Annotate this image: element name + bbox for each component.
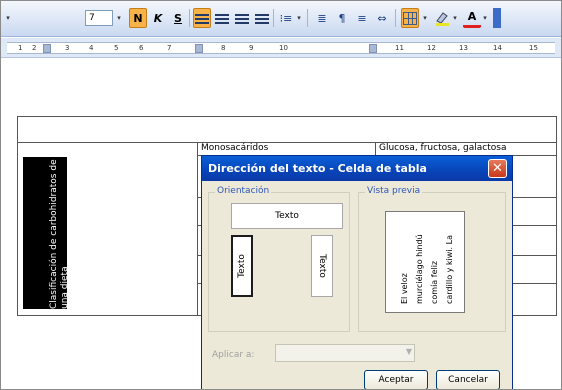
- ruler-number: 5: [114, 44, 119, 52]
- column-marker[interactable]: [195, 44, 203, 53]
- underline-button[interactable]: S: [169, 8, 187, 28]
- borders-dropdown[interactable]: ▾: [421, 8, 429, 28]
- table-borders-button[interactable]: [401, 8, 419, 28]
- word-window: ▾ 7 ▾ N K S ⁝≡ ▾ ≣ ¶ ≡ ⇔ ▾ ▾ A ▾ 1 2 3 4…: [0, 0, 562, 390]
- cancel-button[interactable]: Cancelar: [436, 370, 500, 389]
- ruler-number: 7: [167, 44, 172, 52]
- table-cell[interactable]: Glucosa, fructosa, galactosa: [379, 143, 506, 153]
- ruler-number: 6: [139, 44, 144, 52]
- dialog-title: Dirección del texto - Celda de tabla: [202, 156, 512, 181]
- ruler-number: 14: [493, 44, 502, 52]
- preview-label: Vista previa: [365, 186, 423, 196]
- option-label: Texto: [237, 254, 247, 278]
- rotated-cell-text: Clasificación de carbohidratos de una di…: [49, 159, 70, 309]
- ruler-number: 15: [529, 44, 538, 52]
- highlighter-icon: [436, 12, 449, 26]
- ruler-number: 1: [18, 44, 23, 52]
- justify-button[interactable]: [253, 8, 271, 28]
- line-spacing-button[interactable]: ⁝≡: [277, 8, 295, 28]
- chevron-down-icon: ▼: [405, 347, 412, 356]
- align-right-icon: [235, 12, 249, 24]
- ruler-number: 4: [89, 44, 94, 52]
- preview-text-line: El veloz: [400, 273, 409, 304]
- indent-marker[interactable]: [43, 44, 51, 53]
- horizontal-ruler[interactable]: 1 2 3 4 5 6 7 8 9 10 11 12 13 14 15: [1, 38, 561, 58]
- justify-icon: [255, 12, 269, 24]
- ruler-number: 13: [459, 44, 468, 52]
- formatting-toolbar: ▾ 7 ▾ N K S ⁝≡ ▾ ≣ ¶ ≡ ⇔ ▾ ▾ A ▾: [1, 1, 561, 37]
- toolbar-options-icon[interactable]: [493, 8, 501, 28]
- vertical-down-orientation-option[interactable]: Texto: [311, 235, 333, 297]
- ruler-number: 2: [32, 44, 37, 52]
- accept-button[interactable]: Aceptar: [364, 370, 428, 389]
- close-icon: ✕: [492, 161, 503, 176]
- preview-text-line: cardillo y kiwi. La: [445, 235, 454, 304]
- font-size-box[interactable]: 7: [85, 10, 113, 26]
- align-left-button[interactable]: [193, 8, 211, 28]
- ruler-number: 11: [395, 44, 404, 52]
- option-label: Texto: [317, 254, 327, 278]
- orientation-group: Orientación Texto Texto Texto: [208, 186, 350, 332]
- align-center-icon: [215, 12, 229, 24]
- horizontal-orientation-option[interactable]: Texto: [231, 203, 343, 229]
- table-border: [17, 116, 557, 117]
- toolbar-separator: [273, 9, 274, 27]
- align-right-button[interactable]: [233, 8, 251, 28]
- apply-to-select[interactable]: ▼: [275, 344, 415, 362]
- column-marker[interactable]: [369, 44, 377, 53]
- apply-to-label: Aplicar a:: [212, 350, 255, 360]
- increase-indent-button[interactable]: ⇔: [373, 8, 391, 28]
- line-spacing-dropdown[interactable]: ▾: [295, 8, 303, 28]
- toolbar-separator: [395, 9, 396, 27]
- table-grid-icon: [403, 11, 417, 25]
- option-label: Texto: [275, 211, 299, 221]
- ruler-number: 9: [249, 44, 254, 52]
- toolbar-separator: [189, 9, 190, 27]
- align-left-icon: [195, 12, 209, 24]
- font-name-dropdown[interactable]: ▾: [3, 8, 13, 28]
- table-border: [197, 142, 198, 315]
- italic-button[interactable]: K: [149, 8, 167, 28]
- orientation-label: Orientación: [215, 186, 272, 196]
- numbering-button[interactable]: ≣: [313, 8, 331, 28]
- bold-button[interactable]: N: [129, 8, 147, 28]
- ruler-number: 10: [279, 44, 288, 52]
- close-button[interactable]: ✕: [488, 159, 507, 178]
- preview-text-line: comía feliz: [430, 260, 439, 304]
- ruler-strip: 1 2 3 4 5 6 7 8 9 10 11 12 13 14 15: [7, 42, 555, 54]
- bullets-button[interactable]: ¶: [333, 8, 351, 28]
- table-cell[interactable]: Monosacáridos: [201, 143, 268, 153]
- ruler-number: 8: [221, 44, 226, 52]
- ruler-number: 3: [65, 44, 70, 52]
- text-direction-dialog: Dirección del texto - Celda de tabla ✕ O…: [201, 155, 513, 389]
- preview-text-line: murciélago hindú: [415, 234, 424, 304]
- toolbar-separator: [307, 9, 308, 27]
- font-color-dropdown[interactable]: ▾: [481, 8, 489, 28]
- table-border: [17, 116, 18, 315]
- preview-box: El veloz murciélago hindú comía feliz ca…: [385, 211, 465, 313]
- decrease-indent-button[interactable]: ≡: [353, 8, 371, 28]
- font-size-dropdown[interactable]: ▾: [115, 8, 123, 28]
- font-color-button[interactable]: A: [463, 8, 481, 28]
- align-center-button[interactable]: [213, 8, 231, 28]
- highlight-button[interactable]: [433, 8, 451, 28]
- table-border: [556, 116, 557, 315]
- highlight-dropdown[interactable]: ▾: [451, 8, 459, 28]
- ruler-number: 12: [427, 44, 436, 52]
- vertical-up-orientation-option[interactable]: Texto: [231, 235, 253, 297]
